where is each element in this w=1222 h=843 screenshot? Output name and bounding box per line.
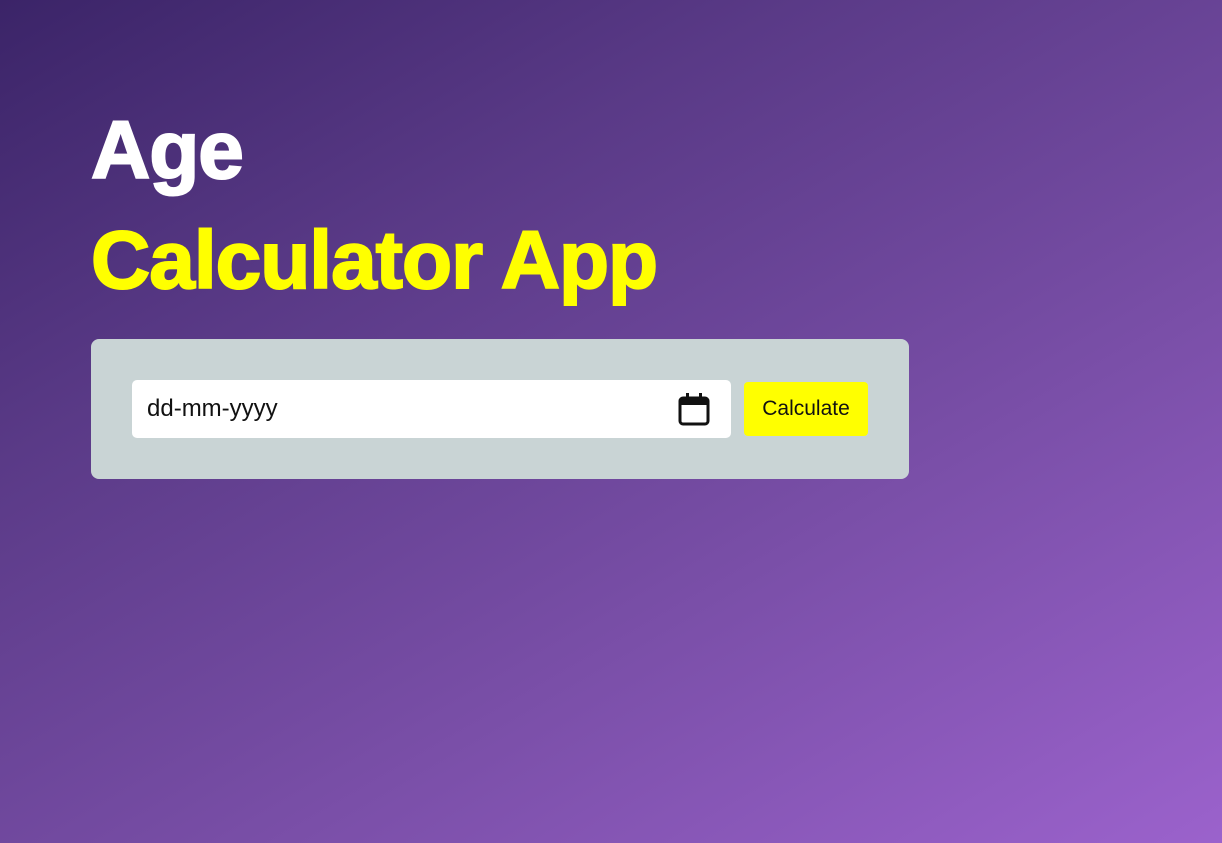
title-line-age: Age <box>90 105 245 196</box>
input-card: dd-mm-yyyy Calculate <box>91 339 909 479</box>
date-input-placeholder: dd-mm-yyyy <box>147 395 278 422</box>
age-calculator-app: Age Calculator App dd-mm-yyyy Calculate <box>90 105 909 479</box>
calendar-icon[interactable] <box>677 392 711 426</box>
calculate-button[interactable]: Calculate <box>744 382 868 436</box>
birth-date-input[interactable]: dd-mm-yyyy <box>132 380 731 438</box>
page-title: Age Calculator App <box>90 105 909 339</box>
title-line-calculator-app: Calculator App <box>90 215 659 306</box>
